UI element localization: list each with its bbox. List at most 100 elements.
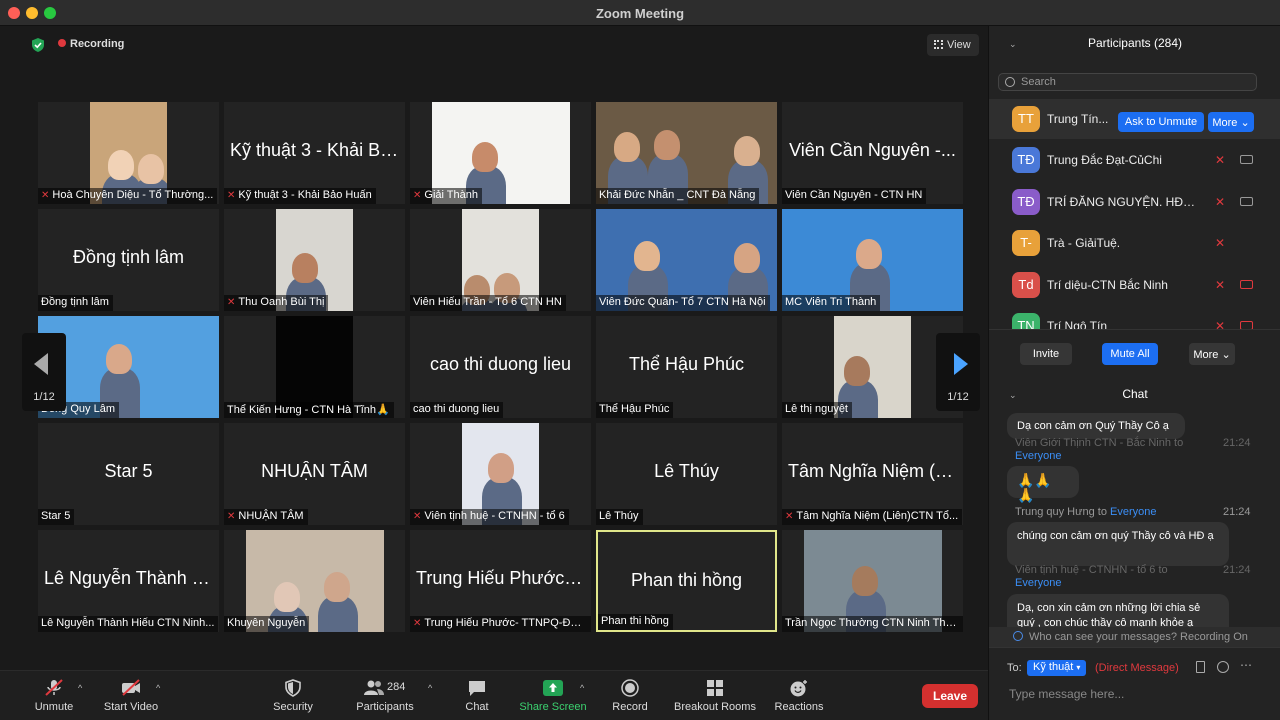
chevron-right-icon — [954, 353, 968, 375]
tile-name-label: Viên Đức Quán- Tổ 7 CTN Hà Nội — [596, 295, 770, 311]
tile-display-name: Trung Hiếu Phước-... — [416, 568, 586, 588]
reactions-label: Reactions — [774, 701, 824, 713]
video-tile[interactable]: ✕ Hoà Chuyên Diệu - Tổ Thường... — [38, 102, 219, 204]
tile-name-label: Đồng tịnh lâm — [38, 295, 113, 311]
chat-message-input[interactable]: Type message here... — [1009, 687, 1124, 701]
share-screen-button[interactable]: Share Screen — [518, 679, 588, 713]
avatar: T- — [1012, 230, 1040, 256]
video-tile[interactable]: ✕ Viên tịnh huệ - CTNHN - tổ 6 — [410, 423, 591, 525]
video-tile[interactable]: Trung Hiếu Phước-... ✕ Trung Hiếu Phước- T… — [410, 530, 591, 632]
recording-dot-icon — [58, 39, 66, 47]
reactions-button[interactable]: Reactions — [772, 679, 826, 713]
grid-icon — [934, 40, 943, 49]
tile-name-text: Thể Hậu Phúc — [599, 403, 670, 415]
microphone-muted-icon: ✕ — [413, 618, 422, 629]
participants-options-caret-icon[interactable]: ^ — [428, 683, 432, 693]
participants-search-input[interactable]: Search — [998, 73, 1257, 91]
participants-more-button[interactable]: More ⌄ — [1189, 343, 1235, 365]
video-options-caret-icon[interactable]: ^ — [156, 683, 160, 693]
tile-name-text: Thể Kiến Hưng - CTN Hà Tĩnh🙏 — [227, 404, 390, 416]
video-tile[interactable]: cao thi duong lieu cao thi duong lieu — [410, 316, 591, 418]
mute-all-button[interactable]: Mute All — [1102, 343, 1158, 365]
video-tile[interactable]: Lê Nguyễn Thành H... Lê Nguyễn Thành Hiếu… — [38, 530, 219, 632]
file-icon[interactable] — [1196, 661, 1205, 673]
recording-indicator[interactable]: Recording — [58, 38, 124, 50]
video-tile[interactable]: Viên Hiếu Trần - Tổ 6 CTN HN — [410, 209, 591, 311]
unmute-button[interactable]: Unmute — [30, 679, 78, 713]
participants-button[interactable]: 284 Participants — [352, 679, 418, 713]
video-tile[interactable]: Tâm Nghĩa Niệm (Li... ✕ Tâm Nghĩa Niệm (Li… — [782, 423, 963, 525]
microphone-muted-icon: ✕ — [227, 511, 236, 522]
more-options-icon[interactable]: ⋯ — [1240, 658, 1252, 672]
video-tile[interactable]: Thể Hậu Phúc Thể Hậu Phúc — [596, 316, 777, 418]
tile-name-text: Viên Đức Quán- Tổ 7 CTN Hà Nội — [599, 296, 766, 308]
prev-page-button[interactable]: 1/12 — [22, 333, 66, 411]
video-tile[interactable]: Viên Cần Nguyên -... Viên Cần Nguyên - CT… — [782, 102, 963, 204]
tile-name-label: ✕ Giải Thành — [410, 188, 482, 204]
participant-name: Trung Tín... — [1047, 112, 1109, 126]
video-tile[interactable]: ✕ Giải Thành — [410, 102, 591, 204]
next-page-button[interactable]: 1/12 — [936, 333, 980, 411]
video-tile[interactable]: Lê Thúy Lê Thúy — [596, 423, 777, 525]
who-can-see-messages[interactable]: Who can see your messages? Recording On — [989, 627, 1280, 647]
participant-face — [324, 572, 350, 602]
tile-name-text: Khải Đức Nhẫn _ CNT Đà Nẵng — [599, 189, 756, 201]
video-tile[interactable]: Phan thi hồng Phan thi hồng — [596, 530, 777, 632]
video-tile[interactable]: Viên Đức Quán- Tổ 7 CTN Hà Nội — [596, 209, 777, 311]
video-tile[interactable]: Kỹ thuật 3 - Khải Bả... ✕ Kỹ thuật 3 - Khả… — [224, 102, 405, 204]
meeting-toolbar: Unmute ^ Start Video ^ Security 284 Part… — [0, 670, 988, 720]
video-tile[interactable]: MC Viên Tri Thành — [782, 209, 963, 311]
participant-row[interactable]: Td Trí diệu-CTN Bắc Ninh ✕ — [989, 265, 1280, 305]
video-tile[interactable]: Star 5 Star 5 — [38, 423, 219, 525]
who-can-see-label: Who can see your messages? Recording On — [1029, 631, 1248, 643]
start-video-button[interactable]: Start Video — [100, 679, 162, 713]
breakout-rooms-button[interactable]: Breakout Rooms — [672, 679, 758, 713]
video-tile[interactable]: Khải Đức Nhẫn _ CNT Đà Nẵng — [596, 102, 777, 204]
invite-button[interactable]: Invite — [1020, 343, 1072, 365]
video-tile[interactable]: Trần Ngọc Thường CTN Ninh Thu... — [782, 530, 963, 632]
chevron-left-icon — [34, 353, 48, 375]
participant-row[interactable]: TĐ TRÍ ĐĂNG NGUYỆN. HĐ. KO... ✕ — [989, 182, 1280, 222]
ask-to-unmute-button[interactable]: Ask to Unmute — [1118, 112, 1204, 132]
video-tile[interactable]: ✕ Thu Oanh Bùi Thị — [224, 209, 405, 311]
video-camera-off-icon — [122, 679, 140, 696]
participant-row[interactable]: TN Trí Ngộ Tín ✕ — [989, 306, 1280, 329]
share-screen-label: Share Screen — [519, 701, 587, 713]
chat-message-meta: Viên Giới Thịnh CTN - Bắc Ninh to — [1015, 437, 1183, 449]
video-tile[interactable]: Khuyên Nguyễn — [224, 530, 405, 632]
breakout-rooms-icon — [707, 680, 723, 696]
chat-button[interactable]: Chat — [462, 679, 492, 713]
chat-recipient-everyone: Everyone — [1015, 577, 1062, 589]
share-options-caret-icon[interactable]: ^ — [580, 683, 584, 693]
participant-more-button[interactable]: More ⌄ — [1208, 112, 1254, 132]
video-tile[interactable]: Đồng tịnh lâm Đồng tịnh lâm — [38, 209, 219, 311]
direct-message-label: (Direct Message) — [1095, 662, 1179, 674]
shield-check-icon[interactable] — [30, 37, 46, 53]
leave-button[interactable]: Leave — [922, 684, 978, 708]
participant-name: TRÍ ĐĂNG NGUYỆN. HĐ. KO... — [1047, 195, 1197, 209]
tile-name-label: ✕ Viên tịnh huệ - CTNHN - tổ 6 — [410, 509, 569, 525]
participants-label: Participants — [356, 701, 414, 713]
start-video-label: Start Video — [103, 701, 159, 713]
view-button[interactable]: View — [927, 34, 979, 56]
participants-count: 284 — [387, 681, 406, 693]
tile-name-label: ✕ Hoà Chuyên Diệu - Tổ Thường... — [38, 188, 218, 204]
audio-options-caret-icon[interactable]: ^ — [78, 683, 82, 693]
video-tile[interactable]: NHUẬN TÂM ✕ NHUẬN TÂM — [224, 423, 405, 525]
tile-name-label: cao thi duong lieu — [410, 402, 504, 418]
chat-recipient-everyone: Everyone — [1110, 506, 1157, 518]
avatar: TĐ — [1012, 189, 1040, 215]
search-placeholder: Search — [1021, 76, 1056, 88]
tile-name-text: Lê thị nguyệt — [785, 403, 848, 415]
tile-display-name: Kỹ thuật 3 - Khải Bả... — [230, 140, 405, 160]
chat-recipient-select[interactable]: Kỹ thuật ▾ — [1027, 660, 1087, 676]
emoji-icon[interactable] — [1217, 661, 1229, 673]
video-tile[interactable]: Thể Kiến Hưng - CTN Hà Tĩnh🙏 — [224, 316, 405, 418]
tile-name-label: Khuyên Nguyễn — [224, 616, 310, 632]
participant-row[interactable]: T- Trà - GiảiTuệ. ✕ — [989, 223, 1280, 263]
chat-sender: Trung quy Hưng to — [1015, 506, 1107, 518]
participant-row[interactable]: TĐ Trung Đắc Đạt-CủChi ✕ — [989, 140, 1280, 180]
record-button[interactable]: Record — [610, 679, 650, 713]
security-button[interactable]: Security — [270, 679, 316, 713]
chat-message: chúng con cảm ơn quý Thầy cô và HĐ ạ — [1007, 522, 1229, 566]
